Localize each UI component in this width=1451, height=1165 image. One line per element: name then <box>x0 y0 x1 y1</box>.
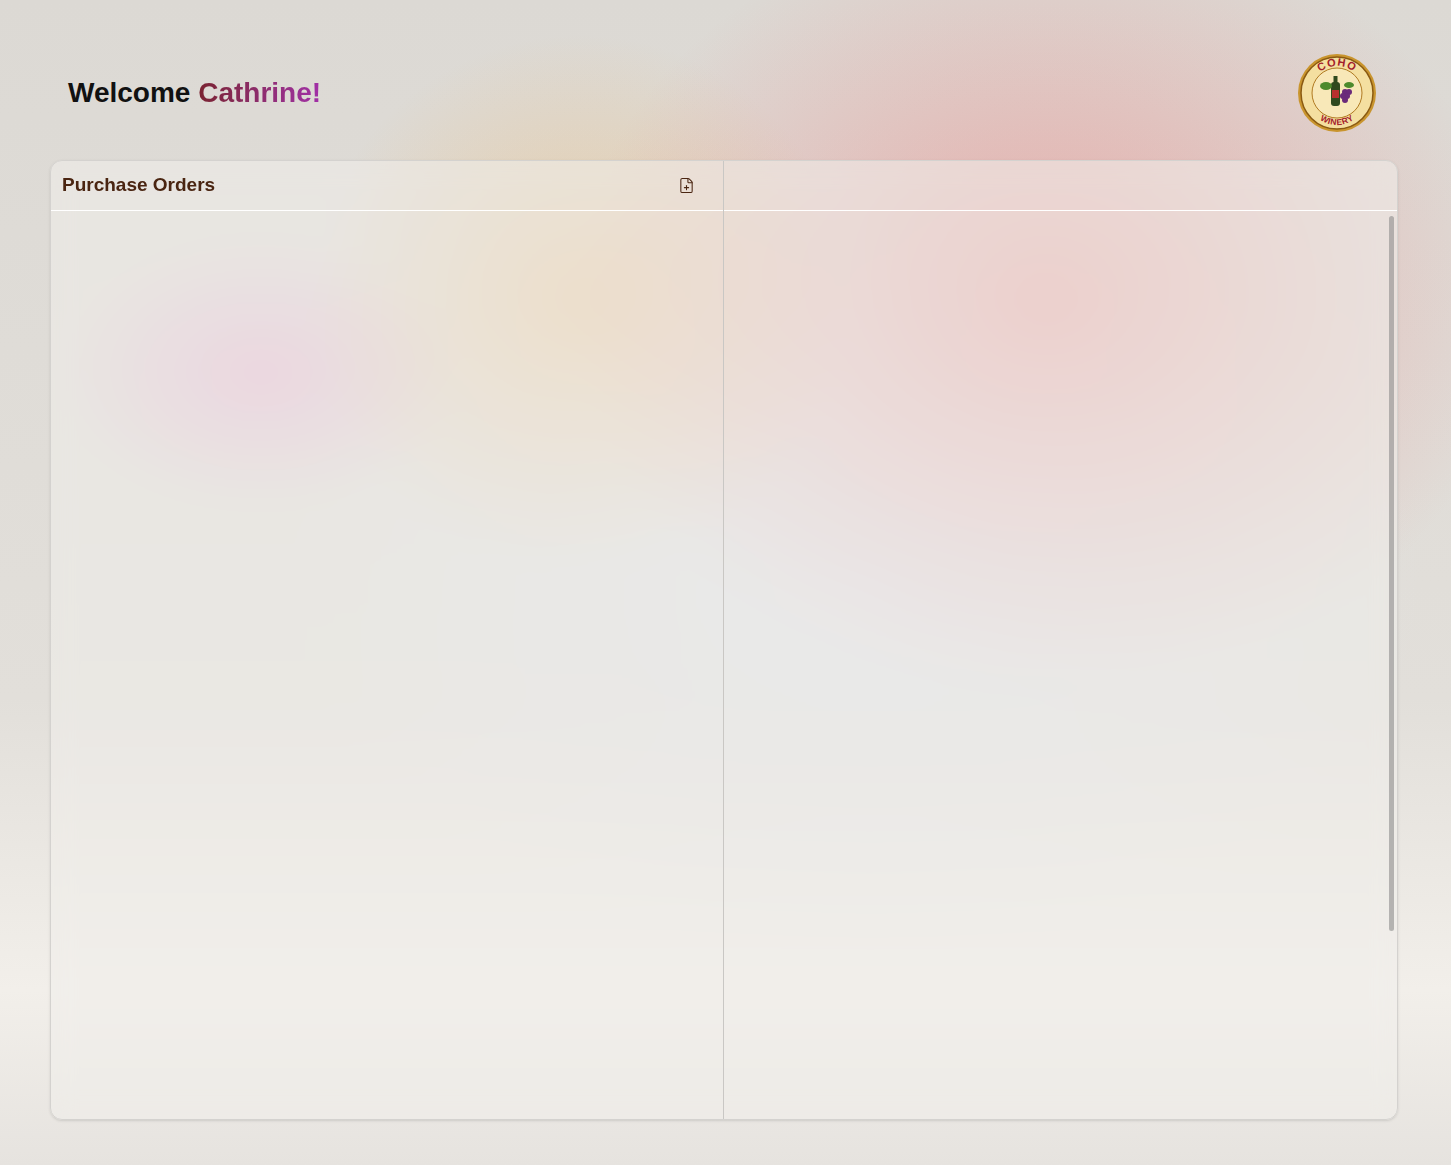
orders-list <box>51 211 723 1119</box>
page-header: Welcome Cathrine! COHO WINERY <box>0 53 1451 133</box>
scrollbar-thumb[interactable] <box>1389 216 1394 931</box>
purchase-orders-panel: Purchase Orders <box>50 160 1398 1120</box>
svg-text:COHO: COHO <box>1315 56 1360 74</box>
greeting: Welcome <box>68 77 190 108</box>
orders-list-pane: Purchase Orders <box>51 161 724 1119</box>
welcome-heading: Welcome Cathrine! <box>68 75 321 111</box>
new-document-icon <box>678 177 695 194</box>
svg-text:WINERY: WINERY <box>1319 113 1356 128</box>
order-detail-header <box>724 161 1397 211</box>
purchase-orders-title: Purchase Orders <box>62 171 215 200</box>
order-detail-body <box>724 211 1397 1119</box>
order-detail-pane <box>724 161 1397 1119</box>
new-order-button[interactable] <box>676 175 697 196</box>
user-name: Cathrine! <box>198 77 321 108</box>
app-page: Welcome Cathrine! COHO WINERY Purchase Orde… <box>0 0 1451 1165</box>
orders-list-header: Purchase Orders <box>51 161 723 211</box>
coho-winery-logo: COHO WINERY <box>1296 52 1378 134</box>
